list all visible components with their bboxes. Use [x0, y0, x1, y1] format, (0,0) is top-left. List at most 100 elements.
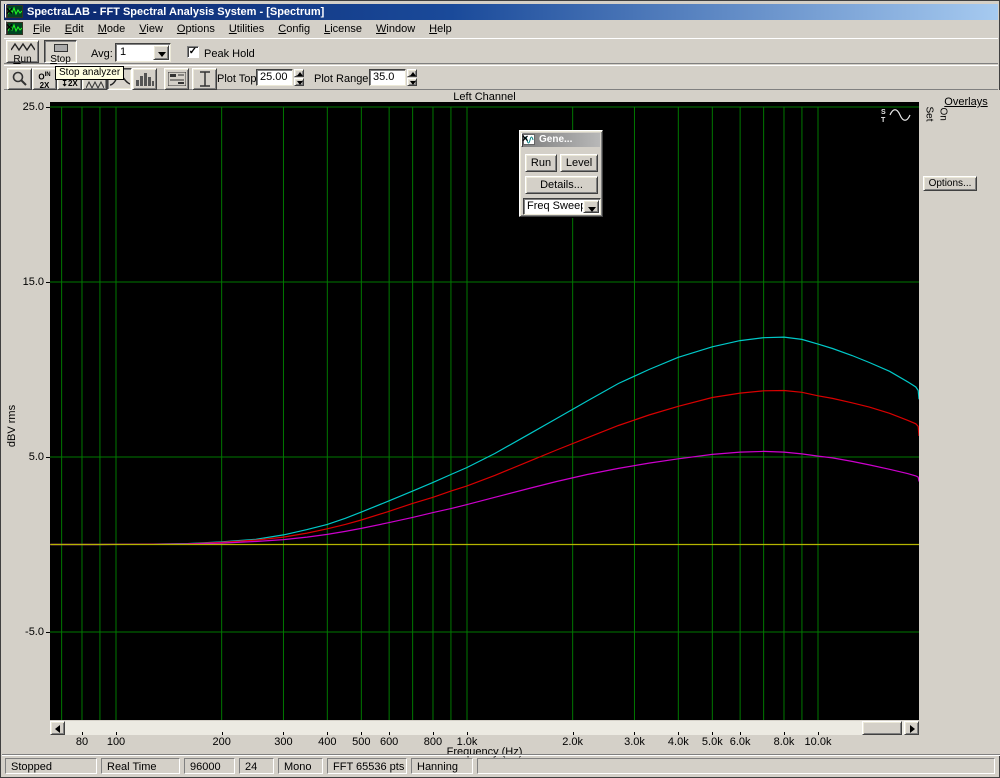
generator-mode-dropdown-icon[interactable]	[583, 200, 599, 213]
avg-label: Avg:	[91, 48, 113, 60]
overlays-on-label: On	[937, 107, 949, 121]
menu-item-edit[interactable]: Edit	[58, 20, 91, 38]
display-options-button[interactable]	[164, 68, 189, 90]
magnifier-button[interactable]	[7, 68, 32, 90]
avg-dropdown-arrow-icon[interactable]	[153, 45, 169, 60]
x-tick-mark	[432, 732, 434, 735]
zoom-in-2x-button[interactable]: OIN 2X	[32, 68, 57, 90]
run-wave-icon	[9, 42, 36, 52]
plot-top-value: 25.00	[260, 71, 288, 83]
x-tick-mark	[634, 732, 636, 735]
generator-mode-combobox[interactable]: Freq Sweep	[523, 198, 601, 215]
generator-details-button[interactable]: Details...	[525, 176, 598, 194]
toolbar-main: Run Stop Avg: 1 ✓ Peak Hold	[4, 38, 998, 65]
x-tick-mark	[712, 732, 714, 735]
menu-item-config[interactable]: Config	[271, 20, 317, 38]
stop-analyzer-tooltip: Stop analyzer	[55, 66, 125, 80]
x-axis: 80 100 200 300 400 500 600 800 1.0k 2.0k 3.0k 4.0k 5…	[2, 90, 1000, 754]
pan-wave-icon	[85, 80, 104, 90]
menu-item-view[interactable]: View	[132, 20, 170, 38]
status-bar: StoppedReal Time96000 Hz24 BitMonoFFT 65…	[2, 754, 1000, 776]
plot-top-field[interactable]: 25.00	[256, 69, 293, 86]
x-tick-mark	[283, 732, 285, 735]
menu-item-mode[interactable]: Mode	[91, 20, 133, 38]
spin-up-icon[interactable]	[294, 69, 304, 77]
x-tick-mark	[221, 732, 223, 735]
menu-item-options[interactable]: Options	[170, 20, 222, 38]
x-tick-mark	[389, 732, 391, 735]
generator-dialog-titlebar[interactable]: Gene... ×	[521, 133, 600, 147]
peak-hold-checkbox[interactable]: ✓	[187, 46, 199, 58]
overlays-panel: Overlays Set On 1✓Overlay 12✓Overlay 23O…	[922, 90, 1000, 754]
menu-items: File Edit Mode View Options Utilities Config Li…	[26, 20, 459, 38]
x-tick-mark	[327, 732, 329, 735]
marker-ibeam-button[interactable]	[192, 68, 217, 90]
generator-details-label: Details...	[540, 179, 583, 191]
status-panel-5: FFT 65536 pts	[327, 758, 407, 774]
overlays-title: Overlays	[944, 96, 988, 108]
stop-button-label: Stop	[50, 54, 71, 65]
status-panel-6: Hanning	[411, 758, 473, 774]
avg-value: 1	[120, 46, 127, 58]
generator-run-label: Run	[530, 157, 552, 169]
stop-square-icon	[53, 44, 68, 52]
bar-display-icon	[136, 73, 154, 86]
spin-down-icon[interactable]	[407, 78, 417, 86]
overlays-options-label: Options...	[928, 178, 972, 189]
x-tick-mark	[116, 732, 117, 735]
overlays-set-label: Set	[923, 106, 935, 122]
application-window: SpectraLAB - FFT Spectral Analysis Syste…	[0, 0, 1000, 778]
status-panel-2: 96000 Hz	[184, 758, 235, 774]
bar-display-button[interactable]	[132, 68, 157, 90]
stop-button[interactable]: Stop	[44, 40, 77, 65]
menu-item-utilities[interactable]: Utilities	[222, 20, 271, 38]
menu-item-window[interactable]: Window	[369, 20, 422, 38]
magnifier-icon	[12, 71, 27, 86]
title-bar[interactable]: SpectraLAB - FFT Spectral Analysis Syste…	[4, 4, 998, 20]
generator-level-button[interactable]: Level	[560, 154, 598, 172]
plot-range-spinner[interactable]	[407, 69, 417, 86]
menu-item-file[interactable]: File	[26, 20, 58, 38]
plot-range-value: 35.0	[373, 71, 395, 83]
generator-dialog[interactable]: Gene... × Run Level Details... Freq Swee…	[519, 130, 603, 217]
status-panel-1: Real Time	[101, 758, 180, 774]
generator-dialog-title: Gene...	[539, 134, 573, 145]
zoom-out-2x-icon: ↧2X	[61, 79, 78, 88]
generator-level-label: Level	[565, 157, 593, 169]
plot-range-field[interactable]: 35.0	[369, 69, 406, 86]
status-panel-4: Mono	[278, 758, 323, 774]
plot-top-spinner[interactable]	[294, 69, 304, 86]
peak-hold-label: Peak Hold	[204, 48, 255, 60]
close-button[interactable]: ×	[5, 4, 13, 18]
generator-run-button[interactable]: Run	[525, 154, 557, 172]
spin-down-icon[interactable]	[294, 78, 304, 86]
x-tick-mark	[818, 732, 819, 735]
run-button-label: Run	[13, 54, 32, 65]
x-tick-mark	[81, 732, 83, 735]
avg-combobox[interactable]: 1	[115, 43, 171, 62]
status-panel-3: 24 Bit	[239, 758, 274, 774]
status-panel-empty	[477, 758, 995, 774]
menu-item-help[interactable]: Help	[422, 20, 459, 38]
x-tick-mark	[783, 732, 785, 735]
x-tick-mark	[361, 732, 363, 735]
marker-ibeam-icon	[200, 71, 210, 87]
status-panels: StoppedReal Time96000 Hz24 BitMonoFFT 65…	[2, 758, 1000, 774]
x-tick-mark	[678, 732, 680, 735]
run-button[interactable]: Run	[6, 40, 39, 65]
overlays-options-button[interactable]: Options...	[923, 176, 977, 191]
menu-bar: File Edit Mode View Options Utilities Config Li…	[4, 20, 998, 38]
x-tick-mark	[467, 732, 468, 735]
zoom-in-2x-text: 2X	[39, 80, 50, 90]
child-close-button[interactable]: ×	[5, 21, 13, 35]
generator-mode-value: Freq Sweep	[527, 200, 585, 212]
toolbar-plot: OIN 2X ↧2X Plot Top: 25.00 Plot Range: 3…	[4, 65, 998, 90]
generator-close-button[interactable]: ×	[521, 133, 528, 147]
plot-top-label: Plot Top:	[217, 73, 260, 85]
menu-item-license[interactable]: License	[317, 20, 369, 38]
display-options-icon	[167, 71, 187, 87]
window-title: SpectraLAB - FFT Spectral Analysis Syste…	[27, 6, 325, 18]
x-tick-mark	[572, 732, 574, 735]
spin-up-icon[interactable]	[407, 69, 417, 77]
spectrum-window: Left Channel ST 25.0 15.0 5.0 -5.0 dBV rms …	[2, 90, 1000, 758]
